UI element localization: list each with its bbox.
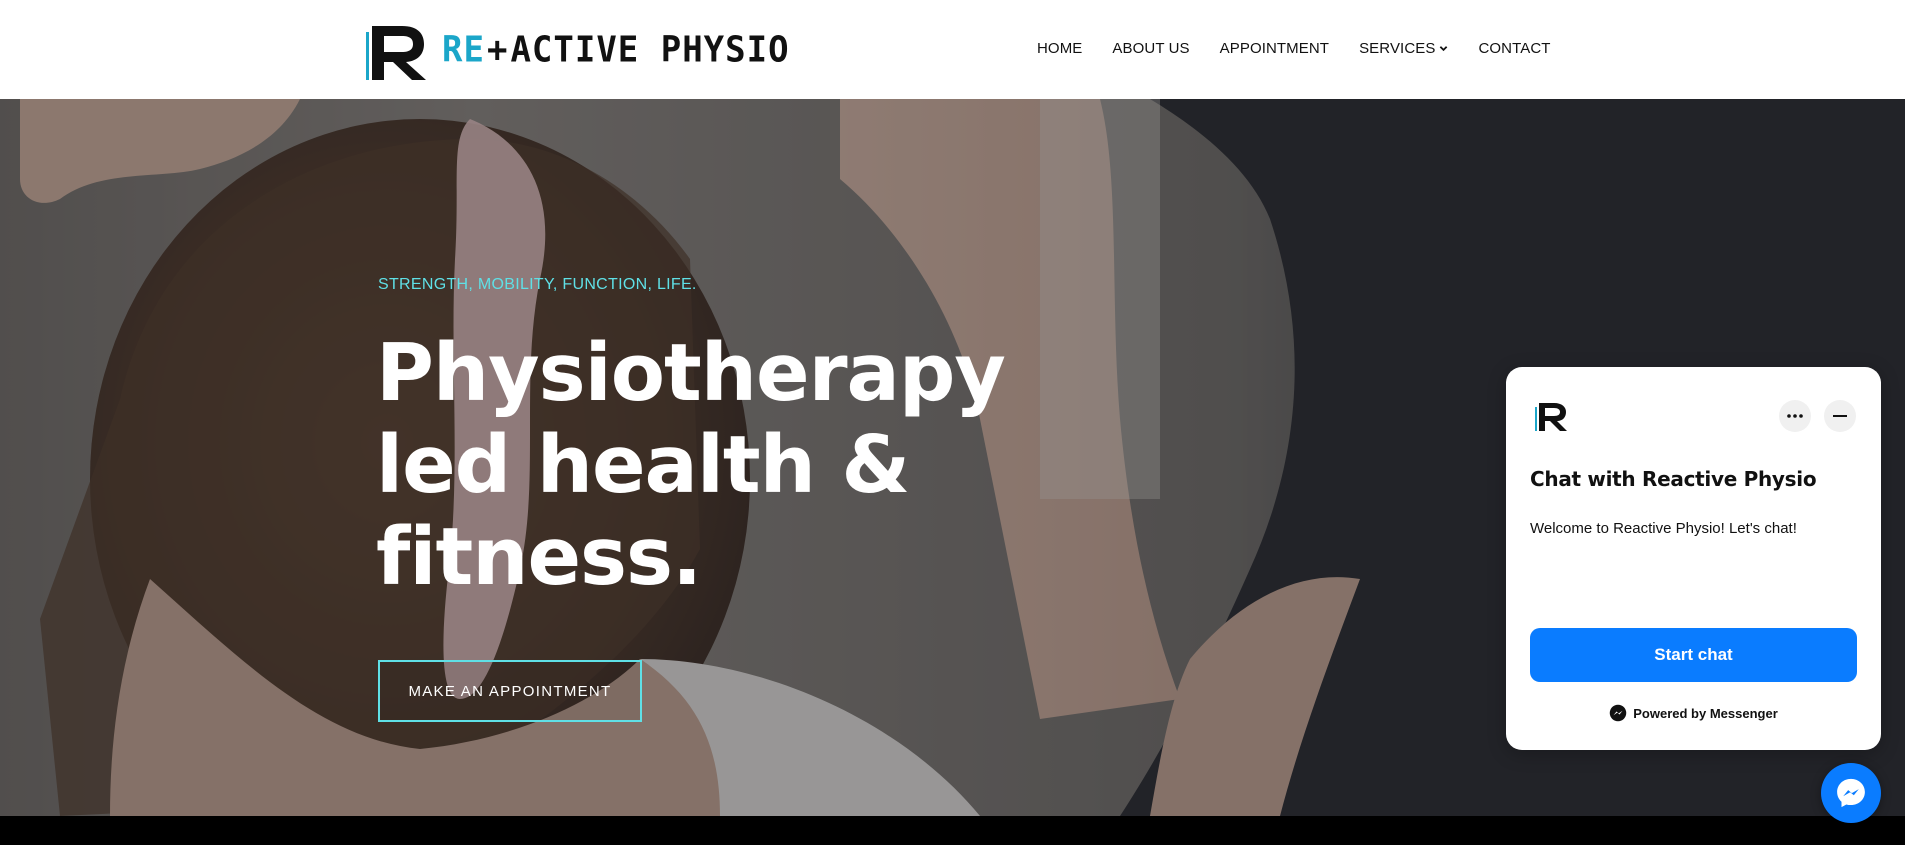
messenger-chat-widget: Chat with Reactive Physio Welcome to Rea…: [1506, 367, 1881, 750]
messenger-icon: [1837, 778, 1865, 808]
logo-re: RE: [442, 29, 485, 72]
headline-line-2: led health &: [376, 419, 910, 511]
nav-services[interactable]: SERVICES: [1359, 40, 1448, 57]
messenger-launcher-button[interactable]: [1821, 763, 1881, 823]
nav-home-label: HOME: [1037, 40, 1083, 57]
reactive-physio-logo-icon: [1535, 403, 1567, 431]
site-header: RE + ACTIVE PHYSIO HOME ABOUT US APPOINT…: [0, 0, 1905, 99]
make-appointment-button[interactable]: MAKE AN APPOINTMENT: [378, 660, 642, 722]
headline-line-3: fitness.: [376, 511, 702, 603]
headline-line-1: Physiotherapy: [376, 327, 1006, 419]
chat-title: Chat with Reactive Physio: [1530, 467, 1817, 491]
bottom-strip: [0, 816, 1905, 845]
logo-wordmark: RE + ACTIVE PHYSIO: [442, 32, 790, 68]
logo-plus: +: [486, 29, 509, 72]
logo-rest: ACTIVE PHYSIO: [510, 29, 790, 72]
messenger-icon: [1610, 704, 1627, 722]
nav-about-us[interactable]: ABOUT US: [1112, 40, 1189, 57]
main-nav: HOME ABOUT US APPOINTMENT SERVICES CONTA…: [1037, 40, 1551, 57]
nav-appointment[interactable]: APPOINTMENT: [1220, 40, 1329, 57]
nav-home[interactable]: HOME: [1037, 40, 1082, 57]
more-icon: [1787, 414, 1803, 418]
nav-contact[interactable]: CONTACT: [1478, 40, 1550, 57]
chat-welcome-message: Welcome to Reactive Physio! Let's chat!: [1530, 520, 1797, 537]
chat-more-button[interactable]: [1779, 400, 1811, 432]
powered-by-messenger: Powered by Messenger: [1506, 704, 1881, 722]
hero-headline: Physiotherapy led health & fitness.: [376, 327, 1006, 603]
nav-about-label: ABOUT US: [1112, 40, 1190, 57]
powered-label: Powered by Messenger: [1633, 705, 1778, 721]
minimize-icon: [1833, 415, 1847, 417]
chevron-down-icon: [1440, 46, 1448, 52]
start-chat-button[interactable]: Start chat: [1530, 628, 1857, 682]
nav-services-label: SERVICES: [1359, 40, 1436, 57]
site-logo[interactable]: RE + ACTIVE PHYSIO: [366, 18, 790, 82]
chat-minimize-button[interactable]: [1824, 400, 1856, 432]
logo-mark-icon: [366, 26, 426, 80]
hero-tagline: STRENGTH, MOBILITY, FUNCTION, LIFE.: [378, 276, 697, 293]
nav-appointment-label: APPOINTMENT: [1219, 40, 1330, 57]
nav-contact-label: CONTACT: [1478, 40, 1551, 57]
